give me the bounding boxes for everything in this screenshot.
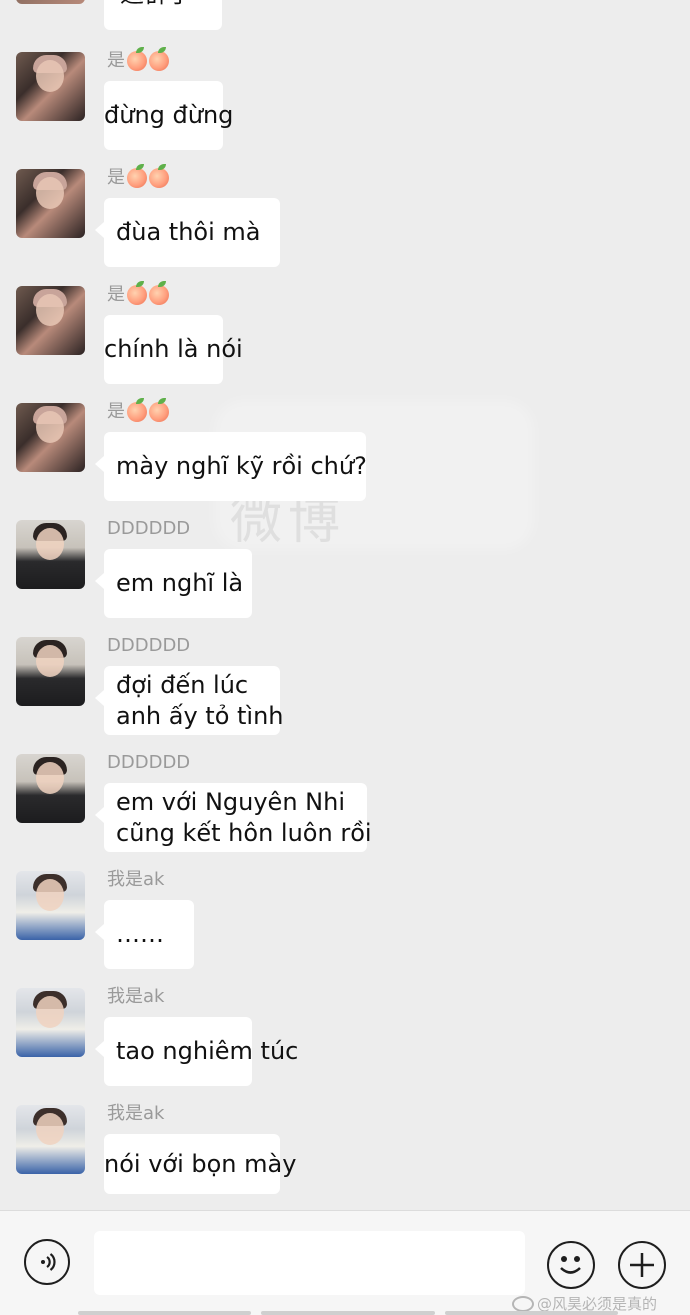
emoji-button[interactable] [547,1241,595,1289]
sender-name: 是 [107,398,169,423]
weibo-icon [512,1295,534,1312]
message-text: 退群了 [120,0,192,8]
message-row: 我是ak …… [0,869,690,988]
avatar[interactable] [16,754,85,823]
message-row: 是 mày nghĩ kỹ rồi chứ? [0,398,690,520]
message-text: đợi đến lúc [116,670,249,699]
peach-icon [149,281,169,305]
avatar[interactable] [16,52,85,121]
peach-icon [149,47,169,71]
peach-icon [127,281,147,305]
plus-icon [630,1253,654,1277]
message-input[interactable] [94,1231,525,1295]
peach-icon [127,164,147,188]
message-text: mày nghĩ kỹ rồi chứ? [116,452,367,480]
sender-name: 我是ak [107,1103,164,1125]
smiley-icon [560,1256,581,1274]
message-row: DDDDDD em nghĩ là [0,518,690,637]
message-row: DDDDDD đợi đến lúc anh ấy tỏ tình [0,635,690,754]
peach-icon [149,164,169,188]
message-text: cũng kết hôn luôn rồi [116,818,372,847]
avatar[interactable] [16,988,85,1057]
sender-name: 我是ak [107,869,164,891]
message-bubble[interactable]: nói với bọn mày [104,1134,297,1194]
message-text: em với Nguyên Nhi [116,787,345,816]
input-bar: @风昊必须是真的 [0,1210,690,1315]
message-text: …… [116,920,164,948]
message-row: 我是ak nói với bọn mày [0,1103,690,1210]
avatar[interactable] [16,1105,85,1174]
message-bubble[interactable]: đừng đừng [104,81,234,150]
message-row: DDDDDD em với Nguyên Nhi cũng kết hôn luôn… [0,752,690,871]
message-text: nói với bọn mày [104,1149,297,1178]
message-bubble[interactable]: em với Nguyên Nhi cũng kết hôn luôn rồi [95,783,372,852]
sender-name: DDDDDD [107,518,190,540]
message-row: 是 đùa thôi mà [0,164,690,286]
peach-icon [127,398,147,422]
message-text: đừng đừng [104,101,234,129]
avatar[interactable] [16,520,85,589]
voice-button[interactable] [24,1239,70,1285]
sender-label: 是 [107,167,125,188]
avatar[interactable] [16,637,85,706]
avatar[interactable] [16,871,85,940]
home-indicator [78,1311,618,1315]
message-row: 是 đừng đừng [0,47,690,169]
avatar[interactable] [16,169,85,238]
message-bubble[interactable]: đùa thôi mà [95,198,280,267]
message-text: đùa thôi mà [116,218,261,246]
message-bubble[interactable]: chính là nói [104,315,243,384]
peach-icon [149,398,169,422]
sender-name: 是 [107,164,169,189]
avatar[interactable] [16,0,85,4]
sender-name: 是 [107,281,169,306]
voice-icon [41,1253,56,1271]
avatar[interactable] [16,286,85,355]
sender-label: 是 [107,401,125,422]
more-button[interactable] [618,1241,666,1289]
message-bubble[interactable]: mày nghĩ kỹ rồi chứ? [95,432,367,501]
sender-label: DDDDDD [107,518,191,539]
message-bubble[interactable]: đợi đến lúc anh ấy tỏ tình [95,666,284,735]
message-text: anh ấy tỏ tình [116,701,284,730]
avatar[interactable] [16,403,85,472]
message-text: em nghĩ là [116,569,244,597]
message-bubble[interactable]: em nghĩ là [95,549,252,618]
sender-label: DDDDDD [107,752,191,773]
peach-icon [127,47,147,71]
sender-name: 我是ak [107,986,164,1008]
sender-label: 我是ak [107,869,165,890]
message-row: 是 chính là nói [0,281,690,403]
sender-name: DDDDDD [107,635,190,657]
sender-label: 我是ak [107,1103,165,1124]
sender-label: 我是ak [107,986,165,1007]
message-bubble[interactable]: …… [95,900,194,969]
sender-label: DDDDDD [107,635,191,656]
message-row: 我是ak tao nghiêm túc [0,986,690,1105]
sender-label: 是 [107,50,125,71]
message-text: chính là nói [104,335,243,363]
chat-area: 退群了 微博 是đừng đừng是đùa thôi mà是chính là n… [0,0,690,1210]
sender-name: DDDDDD [107,752,190,774]
message-bubble[interactable]: tao nghiêm túc [95,1017,299,1086]
sender-label: 是 [107,284,125,305]
sender-name: 是 [107,47,169,72]
message-text: tao nghiêm túc [116,1037,299,1065]
message-bubble: 退群了 [104,0,222,30]
